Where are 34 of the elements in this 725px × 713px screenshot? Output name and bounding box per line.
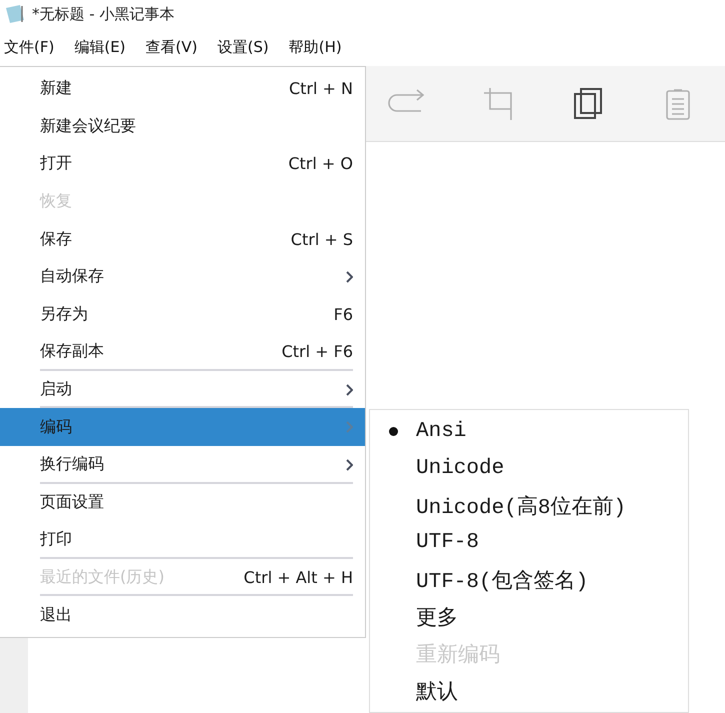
menu-item[interactable]: Unicode <box>370 450 688 487</box>
menu-item[interactable]: 打印 <box>0 521 365 559</box>
menu-item[interactable]: UTF-8 <box>370 524 688 561</box>
menu-item[interactable]: 查看(V) <box>142 32 202 62</box>
menu-item[interactable]: 保存 Ctrl + S <box>0 220 365 258</box>
shortcut-label: Ctrl + O <box>288 154 353 174</box>
shortcut-label: Ctrl + Alt + H <box>244 568 353 588</box>
menu-item[interactable]: 换行编码 <box>0 446 365 484</box>
shortcut-label: F6 <box>334 304 353 324</box>
menu-item[interactable]: 自动保存 <box>0 258 365 296</box>
shortcut-label: Ctrl + S <box>290 230 353 249</box>
menu-item[interactable]: 更多 <box>370 598 688 635</box>
menu-item[interactable]: 页面设置 <box>0 484 365 522</box>
menu-item[interactable]: 另存为 F6 <box>0 296 365 334</box>
menu-item[interactable]: UTF-8(包含签名) <box>370 561 688 598</box>
menu-item[interactable]: 编辑(E) <box>70 32 130 62</box>
menu-item[interactable]: 默认 <box>370 672 688 709</box>
copy-icon[interactable] <box>573 86 603 120</box>
menu-item[interactable]: Ansi <box>370 413 688 450</box>
window-title: *无标题 - 小黑记事本 <box>32 4 174 24</box>
menu-item[interactable]: 新建 Ctrl + N <box>0 70 365 108</box>
menu-item[interactable]: 退出 <box>0 596 365 634</box>
notepad-icon <box>4 4 26 24</box>
menu-item[interactable]: 保存副本 Ctrl + F6 <box>0 333 365 371</box>
menu-item[interactable]: Unicode(高8位在前) <box>370 487 688 524</box>
shortcut-label: Ctrl + N <box>288 79 353 98</box>
menu-item[interactable]: 启动 <box>0 370 365 408</box>
shortcut-label: Ctrl + F6 <box>282 342 353 362</box>
menu-item[interactable]: 文件(F) <box>0 32 58 62</box>
menu-item[interactable]: 设置(S) <box>214 32 273 62</box>
menu-item[interactable]: 编码 <box>0 408 365 446</box>
menu-item[interactable]: 打开 Ctrl + O <box>0 145 365 183</box>
menu-item[interactable]: 帮助(H) <box>284 32 346 62</box>
menu-item[interactable]: 新建会议纪要 <box>0 108 365 146</box>
